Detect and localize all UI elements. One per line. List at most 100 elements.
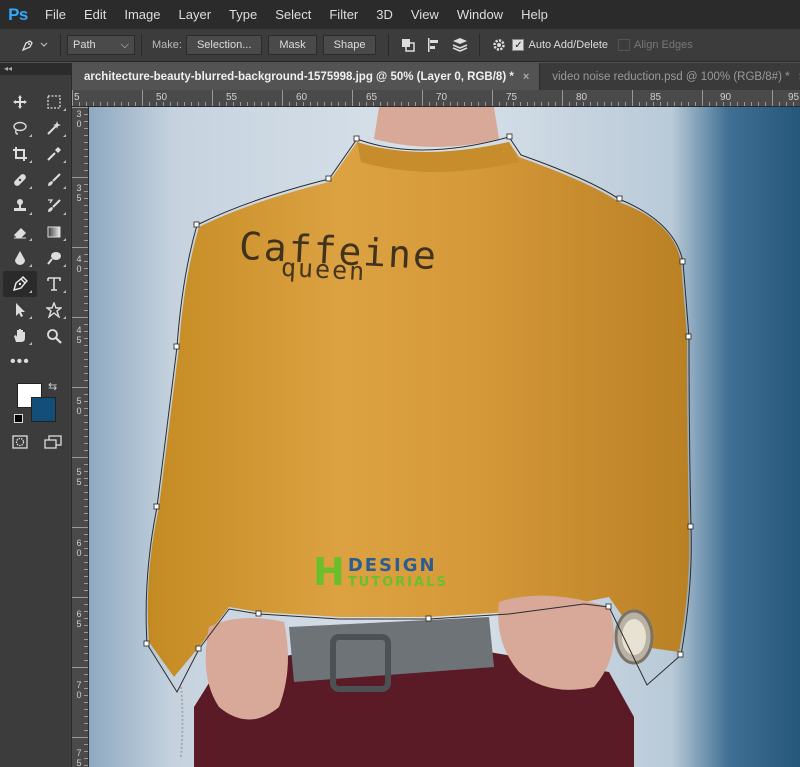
toolbar-collapse-button[interactable]: ◂◂ — [0, 63, 72, 75]
menu-help[interactable]: Help — [512, 0, 557, 29]
ruler-label: 3 — [76, 183, 82, 193]
lasso-tool-icon — [13, 121, 27, 135]
make-shape-button[interactable]: Shape — [322, 35, 377, 55]
blur-tool-icon — [15, 251, 25, 265]
type-tool[interactable] — [37, 271, 71, 297]
menu-file[interactable]: File — [36, 0, 75, 29]
menu-type[interactable]: Type — [220, 0, 266, 29]
custom-shape-tool-icon — [46, 302, 62, 318]
tab-label: video noise reduction.psd @ 100% (RGB/8#… — [552, 70, 790, 83]
gradient-tool[interactable] — [37, 219, 71, 245]
zoom-tool-icon — [47, 329, 62, 344]
move-tool[interactable] — [3, 89, 37, 115]
ruler-label: 70 — [436, 92, 448, 103]
tab-active-document[interactable]: architecture-beauty-blurred-background-1… — [72, 63, 541, 90]
lasso-tool[interactable] — [3, 115, 37, 141]
tool-preset-picker[interactable] — [16, 32, 54, 58]
close-icon[interactable]: × — [523, 71, 529, 83]
path-operations-button[interactable] — [395, 32, 421, 58]
ruler-label: 0 — [76, 264, 82, 274]
menu-select[interactable]: Select — [266, 0, 320, 29]
menu-edit[interactable]: Edit — [75, 0, 115, 29]
pen-preset-icon — [21, 40, 48, 52]
background-color-swatch[interactable] — [31, 397, 56, 422]
path-alignment-button[interactable] — [421, 32, 447, 58]
chevron-down-icon: ⌵ — [120, 38, 129, 51]
crop-tool-icon — [13, 147, 27, 161]
watermark-bottom-text: TUTORIALS — [347, 575, 448, 590]
settings-button[interactable] — [486, 32, 512, 58]
ruler-label: 5 — [76, 619, 82, 629]
ruler-label: 5 — [76, 467, 82, 477]
ruler-label: 6 — [76, 538, 82, 548]
auto-add-delete-checkbox[interactable]: ✓ Auto Add/Delete — [512, 39, 608, 51]
marquee-tool-icon — [47, 95, 61, 109]
photoshop-logo: Ps — [8, 4, 28, 24]
brush-tool-icon — [48, 173, 61, 186]
menu-filter[interactable]: Filter — [320, 0, 367, 29]
gradient-tool-icon — [47, 226, 61, 238]
screen-mode-button[interactable] — [44, 435, 62, 452]
ruler-label: 75 — [506, 92, 518, 103]
menu-image[interactable]: Image — [115, 0, 169, 29]
pen-tool-icon — [12, 276, 28, 292]
healing-brush-tool[interactable] — [3, 167, 37, 193]
pen-mode-select[interactable]: Path ⌵ — [67, 35, 135, 55]
pen-tool[interactable] — [3, 271, 37, 297]
marquee-tool[interactable] — [37, 89, 71, 115]
hand-tool-icon — [14, 329, 25, 342]
make-selection-button[interactable]: Selection... — [185, 35, 263, 55]
separator — [141, 34, 142, 56]
ruler-label: 5 — [76, 193, 82, 203]
tab-inactive-document[interactable]: video noise reduction.psd @ 100% (RGB/8#… — [540, 63, 800, 90]
default-colors-icon[interactable] — [14, 414, 23, 423]
ruler-label: 0 — [76, 406, 82, 416]
dodge-tool-icon — [47, 252, 61, 265]
path-selection-tool[interactable] — [3, 297, 37, 323]
ruler-label: 5 — [76, 758, 82, 767]
menu-3d[interactable]: 3D — [367, 0, 402, 29]
watermark-top-text: DESIGN — [347, 555, 437, 576]
align-edges-checkbox[interactable]: Align Edges — [618, 39, 693, 51]
tab-label: architecture-beauty-blurred-background-1… — [84, 70, 514, 83]
ruler-label: 4 — [76, 325, 82, 335]
ruler-label: 7 — [76, 680, 82, 690]
vertical-ruler[interactable]: 3 0 3 5 4 0 4 5 5 0 5 5 6 0 6 5 7 0 7 5 — [72, 107, 89, 767]
ruler-label: 0 — [76, 548, 82, 558]
document-canvas[interactable]: Caffeine queen H DESIGN TUTORIALS — [89, 107, 800, 767]
gear-icon — [493, 39, 506, 51]
ruler-label: 5 — [76, 396, 82, 406]
hand-tool[interactable] — [3, 323, 37, 349]
clone-stamp-tool[interactable] — [3, 193, 37, 219]
path-arrangement-icon — [453, 38, 468, 52]
brush-tool[interactable] — [37, 167, 71, 193]
magic-wand-tool-icon — [47, 121, 61, 135]
edit-toolbar-button[interactable]: ••• — [10, 353, 30, 371]
quick-mask-button[interactable] — [12, 435, 28, 452]
zoom-tool[interactable] — [37, 323, 71, 349]
dodge-tool[interactable] — [37, 245, 71, 271]
path-arrangement-button[interactable] — [447, 32, 473, 58]
eyedropper-tool-icon — [47, 147, 61, 161]
ruler-label: 5 — [74, 92, 80, 103]
path-alignment-icon — [428, 38, 439, 52]
watermark-logo: H DESIGN TUTORIALS — [313, 552, 448, 592]
swap-colors-icon[interactable]: ⇆ — [48, 380, 57, 393]
custom-shape-tool[interactable] — [37, 297, 71, 323]
make-mask-button[interactable]: Mask — [268, 35, 317, 55]
blur-tool[interactable] — [3, 245, 37, 271]
shirt-print-line-2: queen — [280, 252, 367, 287]
make-label: Make: — [152, 39, 182, 51]
menu-layer[interactable]: Layer — [170, 0, 221, 29]
eraser-tool[interactable] — [3, 219, 37, 245]
pen-mode-value: Path — [73, 39, 96, 51]
ruler-label: 50 — [156, 92, 168, 103]
horizontal-ruler[interactable]: 5 50 55 60 65 70 75 80 85 90 95 — [72, 90, 800, 107]
crop-tool[interactable] — [3, 141, 37, 167]
history-brush-tool[interactable] — [37, 193, 71, 219]
ruler-label: 5 — [76, 477, 82, 487]
menu-window[interactable]: Window — [448, 0, 512, 29]
magic-wand-tool[interactable] — [37, 115, 71, 141]
eyedropper-tool[interactable] — [37, 141, 71, 167]
menu-view[interactable]: View — [402, 0, 448, 29]
